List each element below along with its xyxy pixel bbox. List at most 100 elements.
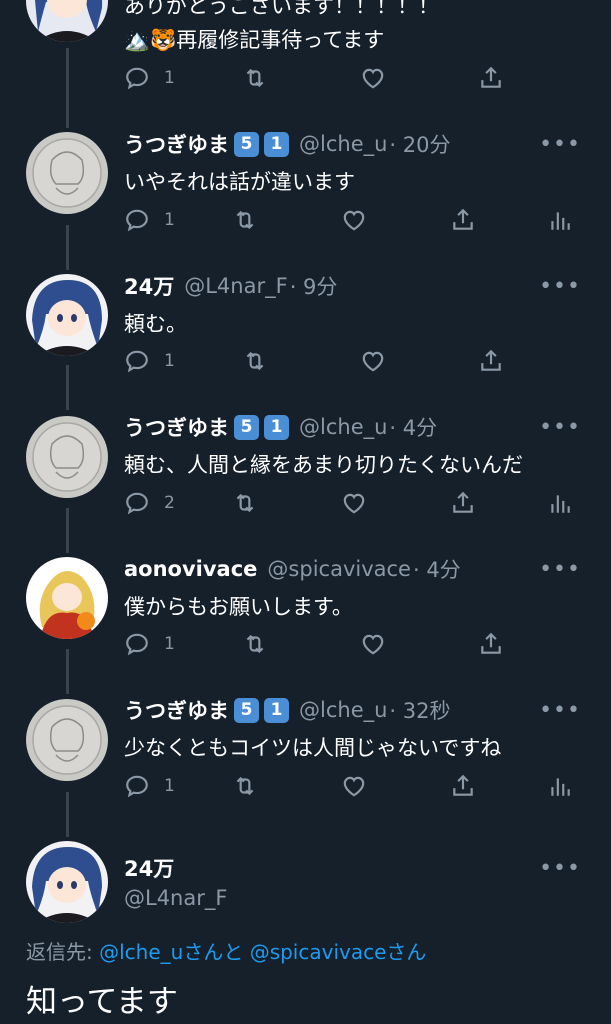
tweet-header: 24万 — [124, 854, 611, 882]
analytics-button[interactable] — [547, 488, 573, 518]
tweet[interactable]: うつぎゆま 5 1 @lche_u · 4分 ••• 頼む、人間と縁をあまり切り… — [124, 413, 611, 479]
share-button[interactable] — [450, 488, 476, 518]
tweet-text: 僕からもお願いします。 — [124, 595, 353, 619]
like-button[interactable] — [360, 629, 386, 659]
timestamp[interactable]: · 20分 — [389, 129, 450, 159]
username[interactable]: @lche_u — [299, 698, 387, 722]
retweet-button[interactable] — [242, 63, 268, 93]
analytics-button[interactable] — [547, 771, 573, 801]
like-button[interactable] — [360, 63, 386, 93]
tweet-text: ありがとうございます！！！！！ — [124, 0, 439, 18]
tweet[interactable]: ありがとうございます！！！！！ 🏔️🐯再履修記事待ってます — [124, 0, 611, 54]
avatar[interactable] — [26, 416, 108, 498]
reply-button[interactable]: 1 — [124, 629, 175, 659]
timestamp[interactable]: · 4分 — [389, 412, 437, 442]
emoji-badge: 5 — [234, 414, 259, 440]
retweet-button[interactable] — [242, 346, 268, 376]
thread-line — [66, 225, 69, 270]
tweet-actions: 1 — [124, 771, 594, 801]
avatar-image — [26, 699, 108, 781]
username[interactable]: @lche_u — [299, 132, 387, 156]
reply-count: 1 — [164, 210, 175, 230]
share-button[interactable] — [450, 771, 476, 801]
timestamp[interactable]: · 9分 — [290, 271, 338, 301]
more-dots-icon[interactable]: ••• — [539, 415, 581, 440]
tweet[interactable]: うつぎゆま 5 1 @lche_u · 32秒 ••• 少なくともコイツは人間じ… — [124, 696, 611, 762]
emoji-badge: 1 — [264, 131, 289, 157]
thread-line — [66, 365, 69, 410]
compose-text[interactable]: 知ってます — [26, 976, 178, 1021]
thread-line — [66, 508, 69, 553]
reply-to-line: 返信先: @lche_uさんと @spicavivaceさん — [26, 936, 426, 965]
tweet[interactable]: aonovivace @spicavivace · 4分 ••• 僕からもお願い… — [124, 555, 611, 621]
retweet-button[interactable] — [242, 629, 268, 659]
like-button[interactable] — [341, 488, 367, 518]
avatar[interactable] — [26, 557, 108, 639]
retweet-button[interactable] — [232, 205, 258, 235]
reply-button[interactable]: 1 — [124, 771, 175, 801]
share-button[interactable] — [450, 205, 476, 235]
tweet-actions: 1 — [124, 205, 594, 235]
more-dots-icon[interactable]: ••• — [539, 856, 581, 881]
reply-button[interactable]: 1 — [124, 346, 175, 376]
analytics-button[interactable] — [547, 205, 573, 235]
tweet[interactable]: 24万 @L4nar_F · 9分 ••• 頼む。 — [124, 272, 611, 338]
avatar[interactable] — [26, 841, 108, 923]
username[interactable]: @L4nar_F — [184, 274, 287, 298]
share-icon — [450, 490, 476, 516]
reply-count: 1 — [164, 351, 175, 371]
username[interactable]: @lche_u — [299, 415, 387, 439]
retweet-icon — [232, 207, 258, 233]
display-name[interactable]: うつぎゆま — [124, 695, 229, 725]
avatar[interactable] — [26, 699, 108, 781]
share-button[interactable] — [478, 629, 504, 659]
reply-and: さんと — [183, 940, 244, 964]
display-name[interactable]: うつぎゆま — [124, 412, 229, 442]
more-dots-icon[interactable]: ••• — [539, 557, 581, 582]
username[interactable]: @L4nar_F — [124, 886, 227, 910]
heart-icon — [360, 65, 386, 91]
display-name[interactable]: 24万 — [124, 853, 174, 883]
username[interactable]: @spicavivace — [267, 557, 411, 581]
like-button[interactable] — [341, 771, 367, 801]
reply-icon — [124, 65, 150, 91]
tweet[interactable]: うつぎゆま 5 1 @lche_u · 20分 ••• いやそれは話が違います — [124, 130, 611, 196]
tweet-header: うつぎゆま 5 1 @lche_u · 4分 — [124, 413, 611, 441]
share-icon — [478, 631, 504, 657]
more-dots-icon[interactable]: ••• — [539, 274, 581, 299]
more-dots-icon[interactable]: ••• — [539, 698, 581, 723]
tweet-actions: 1 — [124, 346, 594, 376]
avatar[interactable] — [26, 274, 108, 356]
avatar-image — [26, 416, 108, 498]
reply-button[interactable]: 1 — [124, 63, 175, 93]
analytics-icon — [547, 490, 573, 516]
avatar[interactable] — [26, 0, 108, 42]
like-button[interactable] — [341, 205, 367, 235]
emoji-badge: 5 — [234, 131, 259, 157]
reply-user-link[interactable]: @spicavivace — [250, 940, 387, 964]
tweet-header: うつぎゆま 5 1 @lche_u · 32秒 — [124, 696, 611, 724]
avatar[interactable] — [26, 132, 108, 214]
share-button[interactable] — [478, 346, 504, 376]
reply-button[interactable]: 1 — [124, 205, 175, 235]
retweet-button[interactable] — [232, 488, 258, 518]
display-name[interactable]: aonovivace — [124, 557, 257, 581]
display-name[interactable]: うつぎゆま — [124, 129, 229, 159]
like-button[interactable] — [360, 346, 386, 376]
retweet-icon — [242, 631, 268, 657]
retweet-icon — [232, 773, 258, 799]
display-name[interactable]: 24万 — [124, 271, 174, 301]
more-dots-icon[interactable]: ••• — [539, 132, 581, 157]
share-icon — [450, 773, 476, 799]
tweet-text: 🏔️🐯再履修記事待ってます — [124, 28, 385, 52]
tweet-text: 少なくともコイツは人間じゃないですね — [124, 736, 502, 760]
retweet-icon — [242, 348, 268, 374]
timestamp[interactable]: · 32秒 — [389, 695, 450, 725]
share-button[interactable] — [478, 63, 504, 93]
retweet-button[interactable] — [232, 771, 258, 801]
reply-button[interactable]: 2 — [124, 488, 175, 518]
timestamp[interactable]: · 4分 — [413, 554, 461, 584]
username-line: @L4nar_F — [124, 884, 611, 912]
reply-user-link[interactable]: @lche_u — [99, 940, 183, 964]
share-icon — [478, 65, 504, 91]
